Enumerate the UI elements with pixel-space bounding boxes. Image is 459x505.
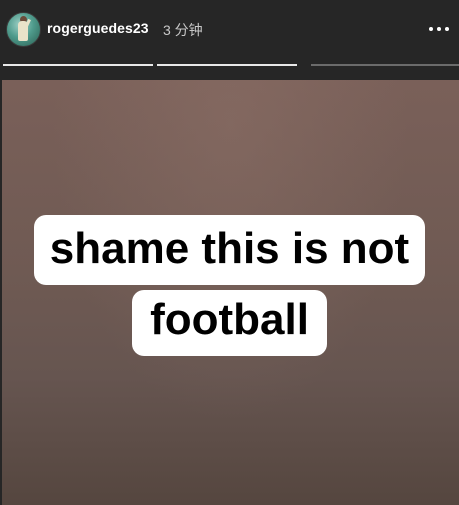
story-viewer: rogerguedes23 3 分钟 shame this is not foo… — [0, 0, 459, 505]
progress-segment-2 — [157, 64, 297, 66]
caption-text-2: football — [132, 290, 327, 356]
post-time: 3 分钟 — [163, 22, 203, 38]
avatar[interactable] — [6, 12, 41, 47]
progress-segment-3 — [311, 64, 459, 66]
caption-line-2: football — [0, 290, 459, 356]
more-dot-icon — [437, 27, 441, 31]
caption-line-1: shame this is not — [0, 215, 459, 285]
more-options-button[interactable] — [425, 16, 453, 42]
story-header: rogerguedes23 3 分钟 — [0, 0, 459, 60]
more-dot-icon — [429, 27, 433, 31]
progress-segment-1 — [3, 64, 153, 66]
caption-text-1: shame this is not — [33, 215, 426, 285]
more-dot-icon — [445, 27, 449, 31]
username-link[interactable]: rogerguedes23 — [47, 20, 149, 36]
